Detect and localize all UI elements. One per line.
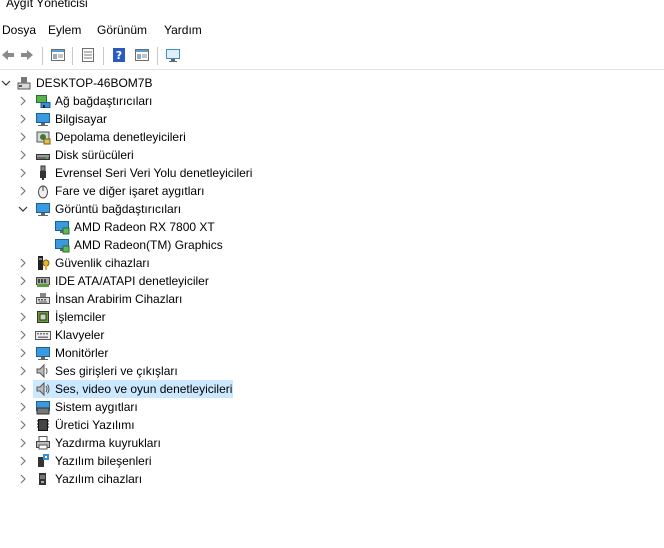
tree-category-label[interactable]: Yazdırma kuyrukları	[55, 434, 161, 452]
chevron-right-icon[interactable]	[17, 473, 29, 485]
tree-category-label[interactable]: Evrensel Seri Veri Yolu denetleyicileri	[55, 164, 252, 182]
chevron-right-icon[interactable]	[17, 401, 29, 413]
help-icon[interactable]: ?	[109, 45, 129, 65]
sound-icon	[35, 381, 51, 397]
keyboard-icon	[35, 327, 51, 343]
chevron-right-icon[interactable]	[17, 437, 29, 449]
menu-bar: Dosya Eylem Görünüm Yardım	[0, 20, 664, 40]
firmware-icon	[35, 417, 51, 433]
cpu-icon	[35, 309, 51, 325]
toolbar-separator	[157, 47, 158, 65]
computer-icon	[35, 111, 51, 127]
menu-yardim[interactable]: Yardım	[164, 23, 202, 37]
mouse-icon	[35, 183, 51, 199]
gpu-icon	[54, 219, 70, 235]
system-icon	[35, 399, 51, 415]
tree-category-label[interactable]: Güvenlik cihazları	[55, 254, 150, 272]
menu-eylem[interactable]: Eylem	[48, 23, 81, 37]
tree-category-label[interactable]: İnsan Arabirim Cihazları	[55, 290, 182, 308]
security-icon	[35, 255, 51, 271]
gpu-icon	[54, 237, 70, 253]
tree-category-label[interactable]: Yazılım bileşenleri	[55, 452, 151, 470]
window-title: Aygıt Yöneticisi	[6, 0, 88, 10]
toolbar-separator	[103, 47, 104, 65]
menu-gorunum[interactable]: Görünüm	[97, 23, 147, 37]
menu-dosya[interactable]: Dosya	[2, 23, 36, 37]
chevron-right-icon[interactable]	[17, 311, 29, 323]
chevron-right-icon[interactable]	[17, 347, 29, 359]
tree-category-label[interactable]: Üretici Yazılımı	[55, 416, 135, 434]
display-adapter-icon	[35, 201, 51, 217]
tree-category-label[interactable]: Sistem aygıtları	[55, 398, 138, 416]
hid-icon	[35, 291, 51, 307]
network-icon	[35, 93, 51, 109]
tree-category-label[interactable]: Bilgisayar	[55, 110, 107, 128]
tree-category-label[interactable]: Depolama denetleyicileri	[55, 128, 186, 146]
chevron-right-icon[interactable]	[17, 455, 29, 467]
tree-category-label[interactable]: İşlemciler	[55, 308, 106, 326]
window-icon[interactable]	[132, 45, 152, 65]
tree-category-label[interactable]: Fare ve diğer işaret aygıtları	[55, 182, 204, 200]
speaker-icon	[35, 363, 51, 379]
chevron-down-icon[interactable]	[0, 77, 12, 89]
chevron-right-icon[interactable]	[17, 167, 29, 179]
monitor-icon	[35, 345, 51, 361]
tree-category-label[interactable]: Görüntü bağdaştırıcıları	[55, 200, 181, 218]
chevron-right-icon[interactable]	[17, 149, 29, 161]
tree-category-label[interactable]: Monitörler	[55, 344, 108, 362]
pc-icon	[16, 75, 32, 91]
chevron-right-icon[interactable]	[17, 293, 29, 305]
chevron-right-icon[interactable]	[17, 383, 29, 395]
tree-category-label[interactable]: Yazılım cihazları	[55, 470, 142, 488]
list-view-icon[interactable]	[78, 45, 98, 65]
usb-icon	[35, 165, 51, 181]
chevron-right-icon[interactable]	[17, 113, 29, 125]
tree-category-label[interactable]: Disk sürücüleri	[55, 146, 134, 164]
chevron-right-icon[interactable]	[17, 257, 29, 269]
chevron-right-icon[interactable]	[17, 275, 29, 287]
tree-category-label[interactable]: IDE ATA/ATAPI denetleyiciler	[55, 272, 209, 290]
chevron-right-icon[interactable]	[17, 131, 29, 143]
ide-icon	[35, 273, 51, 289]
tree-root-label[interactable]: DESKTOP-46BOM7B	[36, 74, 152, 92]
printer-icon	[35, 435, 51, 451]
software-device-icon	[35, 471, 51, 487]
chevron-right-icon[interactable]	[17, 329, 29, 341]
toolbar-separator	[72, 47, 73, 65]
toolbar: ?	[0, 43, 664, 70]
title-bar: Aygıt Yöneticisi	[0, 0, 664, 18]
storage-icon	[35, 129, 51, 145]
tree-device-label[interactable]: AMD Radeon(TM) Graphics	[74, 236, 223, 254]
toolbar-separator	[42, 47, 43, 65]
chevron-down-icon[interactable]	[17, 203, 29, 215]
svg-text:?: ?	[116, 49, 122, 62]
tree-category-label[interactable]: Ağ bağdaştırıcıları	[55, 92, 152, 110]
chevron-right-icon[interactable]	[17, 419, 29, 431]
tree-device-label[interactable]: AMD Radeon RX 7800 XT	[74, 218, 215, 236]
tree-category-label[interactable]: Klavyeler	[55, 326, 104, 344]
software-component-icon	[35, 453, 51, 469]
monitor-icon[interactable]	[163, 45, 183, 65]
tree-category-label[interactable]: Ses, video ve oyun denetleyicileri	[55, 380, 232, 398]
back-arrow-icon[interactable]	[0, 45, 18, 65]
chevron-right-icon[interactable]	[17, 365, 29, 377]
chevron-right-icon[interactable]	[17, 185, 29, 197]
tree-category-label[interactable]: Ses girişleri ve çıkışları	[55, 362, 178, 380]
chevron-right-icon[interactable]	[17, 95, 29, 107]
forward-arrow-icon[interactable]	[17, 45, 37, 65]
disk-icon	[35, 147, 51, 163]
properties-icon[interactable]	[48, 45, 68, 65]
